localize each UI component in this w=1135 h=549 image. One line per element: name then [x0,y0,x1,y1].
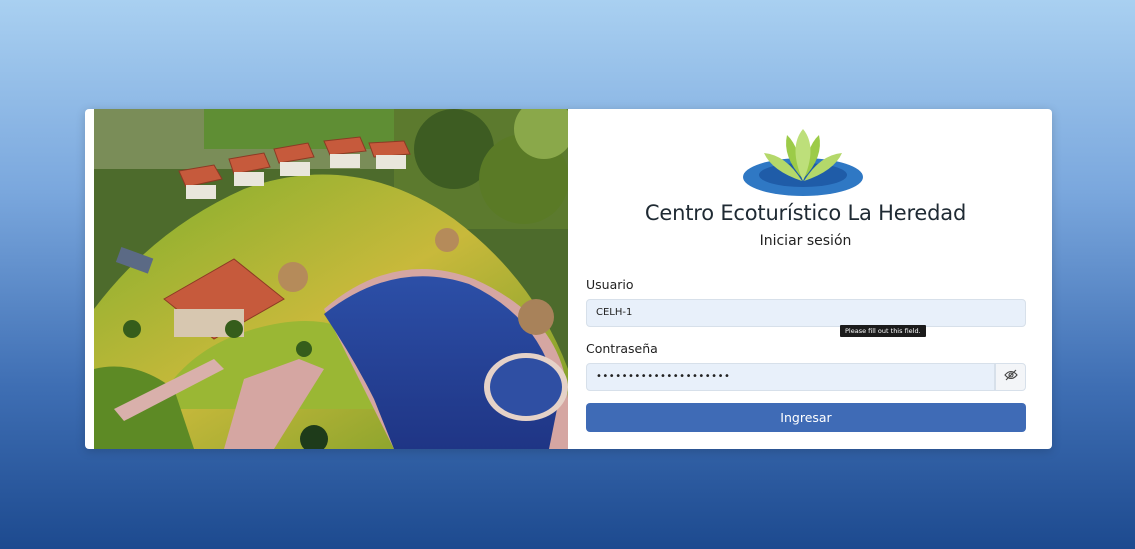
login-form-panel: Centro Ecoturístico La Heredad Iniciar s… [568,109,1052,449]
password-input[interactable]: ••••••••••••••••••••• [586,363,995,391]
login-heading: Iniciar sesión [759,233,852,249]
username-label: Usuario [586,277,634,292]
username-input[interactable]: CELH-1 [586,299,1026,327]
password-label: Contraseña [586,341,658,356]
eye-slash-icon [1003,368,1018,386]
toggle-password-visibility-button[interactable] [995,363,1026,391]
resort-aerial-photo [94,109,568,449]
lotus-logo-icon [742,127,868,199]
login-card: Centro Ecoturístico La Heredad Iniciar s… [85,109,1052,449]
validation-tooltip: Please fill out this field. [840,325,926,337]
brand-title: Centro Ecoturístico La Heredad [644,201,967,225]
submit-button[interactable]: Ingresar [586,403,1026,432]
